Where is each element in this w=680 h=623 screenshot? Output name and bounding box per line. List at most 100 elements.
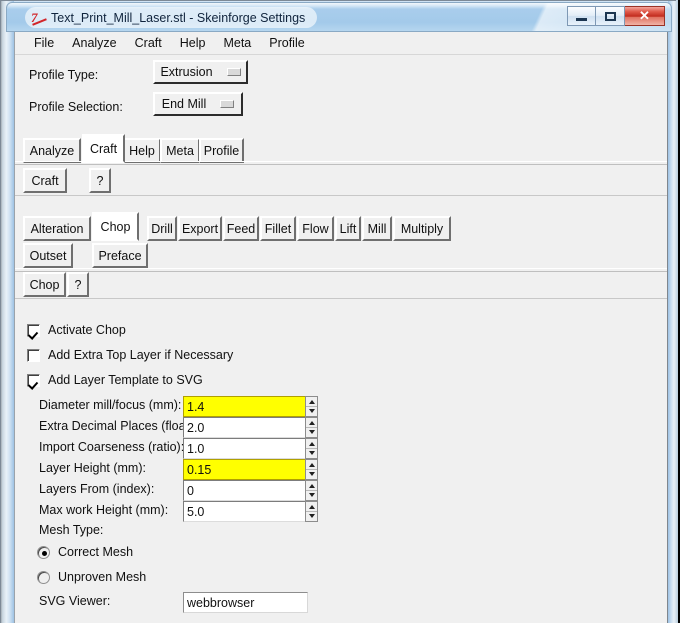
craft-tab-export[interactable]: Export [178, 216, 222, 241]
field-input[interactable]: 0 [183, 480, 318, 501]
tab-craft[interactable]: Craft [82, 134, 125, 163]
menu-bar: File Analyze Craft Help Meta Profile [15, 32, 667, 55]
checkbox-checked-icon [27, 373, 40, 387]
field-input[interactable]: 0.15 [183, 459, 318, 480]
craft-tab-mill[interactable]: Mill [362, 216, 392, 241]
radio-label: Unproven Mesh [58, 570, 147, 584]
craft-tab-drill[interactable]: Drill [147, 216, 177, 241]
radio-unselected-icon [37, 570, 50, 584]
spinner-up-icon[interactable] [306, 397, 317, 407]
field-spinner[interactable] [305, 459, 318, 480]
close-button[interactable]: ✕ [625, 6, 665, 26]
field-spinner[interactable] [305, 438, 318, 459]
craft-help-button[interactable]: ? [89, 168, 111, 193]
field-label: Layer Height (mm): [39, 461, 146, 475]
field-spinner[interactable] [305, 417, 318, 438]
checkbox-unchecked-icon [27, 348, 40, 362]
field-import-coarseness: Import Coarseness (ratio): 1.0 [15, 438, 667, 459]
craft-tab-chop[interactable]: Chop [92, 212, 139, 241]
spinner-down-icon[interactable] [306, 449, 317, 458]
close-icon: ✕ [639, 8, 650, 23]
tab-profile[interactable]: Profile [199, 138, 244, 163]
radio-unproven-mesh[interactable]: Unproven Mesh [37, 570, 146, 584]
spinner-up-icon[interactable] [306, 481, 317, 491]
field-extra-decimal-places: Extra Decimal Places (float): 2.0 [15, 417, 667, 438]
profile-type-dropdown[interactable]: Extrusion [153, 60, 248, 84]
field-input[interactable]: 1.4 [183, 396, 318, 417]
spinner-down-icon[interactable] [306, 512, 317, 521]
field-input[interactable]: 1.0 [183, 438, 318, 459]
craft-section-button[interactable]: Craft [23, 168, 67, 193]
field-svg-viewer: SVG Viewer: webbrowser [15, 592, 667, 613]
checkbox-label: Add Layer Template to SVG [48, 373, 203, 387]
field-spinner[interactable] [305, 396, 318, 417]
maximize-button[interactable] [596, 6, 625, 26]
checkbox-label: Add Extra Top Layer if Necessary [48, 348, 234, 362]
chop-section-button[interactable]: Chop [23, 272, 66, 297]
craft-tab-flow[interactable]: Flow [297, 216, 334, 241]
field-label: Layers From (index): [39, 482, 155, 496]
profile-selection-dropdown[interactable]: End Mill [153, 92, 243, 116]
spinner-up-icon[interactable] [306, 418, 317, 428]
window-controls: ✕ [567, 6, 665, 26]
field-label: Extra Decimal Places (float): [39, 419, 197, 433]
checkbox-label: Activate Chop [48, 323, 126, 337]
menu-item-profile[interactable]: Profile [260, 34, 313, 52]
spinner-down-icon[interactable] [306, 407, 317, 416]
craft-tab-lift[interactable]: Lift [335, 216, 361, 241]
minimize-button[interactable] [567, 6, 596, 26]
craft-tab-fillet[interactable]: Fillet [260, 216, 296, 241]
tab-analyze[interactable]: Analyze [23, 138, 81, 163]
radio-label: Correct Mesh [58, 545, 134, 559]
craft-tab-preface[interactable]: Preface [92, 243, 148, 268]
craft-tab-feed[interactable]: Feed [223, 216, 259, 241]
tab-help[interactable]: Help [123, 138, 161, 163]
field-input[interactable]: 5.0 [183, 501, 318, 522]
checkbox-activate-chop[interactable]: Activate Chop [27, 323, 126, 337]
craft-header-divider [15, 195, 667, 196]
field-layers-from: Layers From (index): 0 [15, 480, 667, 501]
spinner-down-icon[interactable] [306, 491, 317, 500]
field-label: Import Coarseness (ratio): [39, 440, 185, 454]
application-window: 7 Text_Print_Mill_Laser.stl - Skeinforge… [0, 0, 680, 623]
menu-item-help[interactable]: Help [171, 34, 215, 52]
radio-selected-icon [37, 545, 50, 559]
menu-item-file[interactable]: File [25, 34, 63, 52]
field-spinner[interactable] [305, 501, 318, 522]
dropdown-indicator-icon [220, 100, 235, 108]
window-frame-right-edge [668, 0, 678, 623]
menu-item-analyze[interactable]: Analyze [63, 34, 125, 52]
tab-meta[interactable]: Meta [160, 138, 200, 163]
tk-python-icon: 7 [31, 10, 48, 25]
title-bar[interactable]: 7 Text_Print_Mill_Laser.stl - Skeinforge… [6, 2, 672, 32]
profile-selection-label: Profile Selection: [29, 100, 123, 114]
spinner-down-icon[interactable] [306, 470, 317, 479]
checkbox-checked-icon [27, 323, 40, 337]
field-label: Diameter mill/focus (mm): [39, 398, 182, 412]
window-title: 7 Text_Print_Mill_Laser.stl - Skeinforge… [25, 7, 318, 28]
field-input[interactable]: 2.0 [183, 417, 318, 438]
craft-tab-alteration[interactable]: Alteration [23, 216, 91, 241]
field-label: SVG Viewer: [39, 594, 111, 608]
spinner-up-icon[interactable] [306, 439, 317, 449]
craft-tab-outset[interactable]: Outset [23, 243, 73, 268]
spinner-up-icon[interactable] [306, 502, 317, 512]
craft-tab-multiply[interactable]: Multiply [393, 216, 451, 241]
window-frame-left-edge [0, 0, 14, 623]
profile-selection-value: End Mill [161, 97, 207, 111]
maximize-icon [604, 11, 616, 21]
dropdown-indicator-icon [226, 68, 241, 76]
profile-type-value: Extrusion [160, 65, 213, 79]
radio-correct-mesh[interactable]: Correct Mesh [37, 545, 133, 559]
checkbox-add-extra-top-layer[interactable]: Add Extra Top Layer if Necessary [27, 348, 233, 362]
svg-viewer-input[interactable]: webbrowser [183, 592, 308, 613]
menu-item-craft[interactable]: Craft [126, 34, 171, 52]
chop-header-divider [15, 298, 667, 299]
menu-item-meta[interactable]: Meta [214, 34, 260, 52]
window-client-area: File Analyze Craft Help Meta Profile Pro… [14, 32, 668, 623]
spinner-up-icon[interactable] [306, 460, 317, 470]
chop-help-button[interactable]: ? [67, 272, 89, 297]
spinner-down-icon[interactable] [306, 428, 317, 437]
checkbox-add-layer-template-to-svg[interactable]: Add Layer Template to SVG [27, 373, 203, 387]
field-spinner[interactable] [305, 480, 318, 501]
